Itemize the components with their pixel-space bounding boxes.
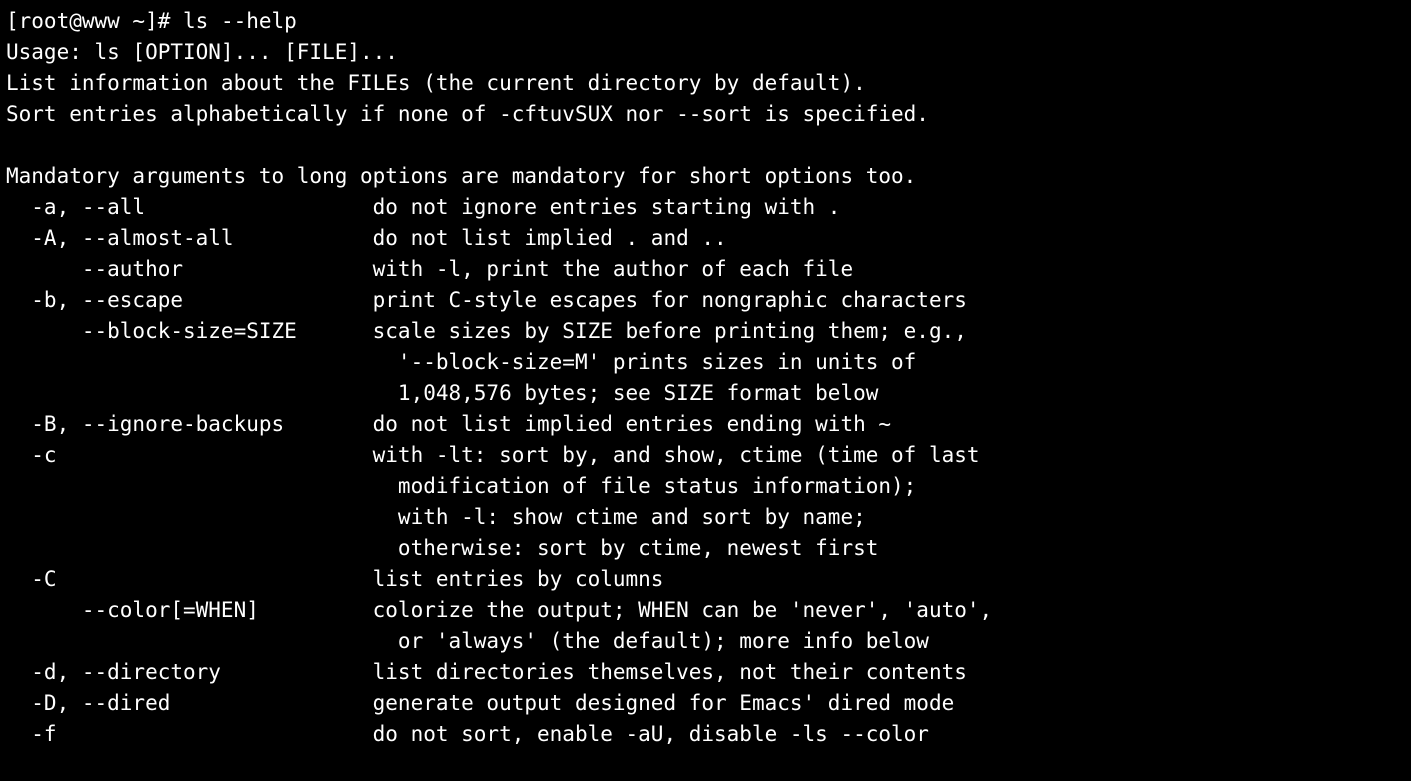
output-line: otherwise: sort by ctime, newest first <box>6 536 879 560</box>
output-line: -A, --almost-all do not list implied . a… <box>6 226 727 250</box>
output-line: -B, --ignore-backups do not list implied… <box>6 412 892 436</box>
command-line: [root@www ~]# ls --help <box>6 6 1411 37</box>
output-line: -b, --escape print C-style escapes for n… <box>6 288 967 312</box>
output-line: 1,048,576 bytes; see SIZE format below <box>6 381 879 405</box>
output-line: -c with -lt: sort by, and show, ctime (t… <box>6 443 980 467</box>
command-output: Usage: ls [OPTION]... [FILE]... List info… <box>6 37 1411 750</box>
terminal-window[interactable]: [root@www ~]# ls --help Usage: ls [OPTIO… <box>0 0 1411 781</box>
output-line: --author with -l, print the author of ea… <box>6 257 854 281</box>
output-line: --block-size=SIZE scale sizes by SIZE be… <box>6 319 967 343</box>
output-line: Sort entries alphabetically if none of -… <box>6 102 929 126</box>
shell-prompt: [root@www ~]# <box>6 9 184 33</box>
typed-command: ls --help <box>183 9 297 33</box>
output-line: Mandatory arguments to long options are … <box>6 164 917 188</box>
output-line: -a, --all do not ignore entries starting… <box>6 195 841 219</box>
output-line: Usage: ls [OPTION]... [FILE]... <box>6 40 398 64</box>
output-line: -D, --dired generate output designed for… <box>6 691 955 715</box>
output-line: with -l: show ctime and sort by name; <box>6 505 866 529</box>
output-line: List information about the FILEs (the cu… <box>6 71 866 95</box>
output-line: -f do not sort, enable -aU, disable -ls … <box>6 722 929 746</box>
output-line: -C list entries by columns <box>6 567 664 591</box>
output-line: modification of file status information)… <box>6 474 917 498</box>
output-line: '--block-size=M' prints sizes in units o… <box>6 350 917 374</box>
output-line: -d, --directory list directories themsel… <box>6 660 967 684</box>
output-line: or 'always' (the default); more info bel… <box>6 629 929 653</box>
output-line: --color[=WHEN] colorize the output; WHEN… <box>6 598 993 622</box>
